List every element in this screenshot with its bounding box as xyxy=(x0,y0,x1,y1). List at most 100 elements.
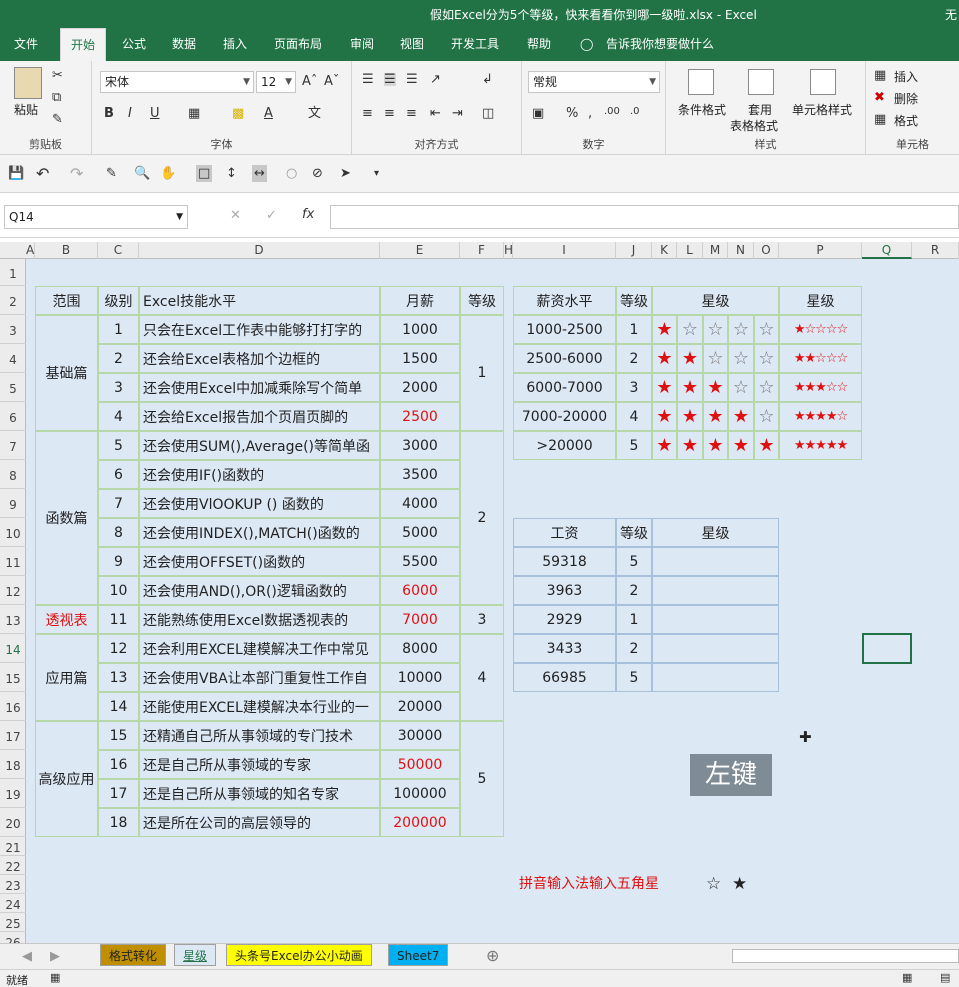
section-grade[interactable]: 1 xyxy=(460,315,504,431)
row-header[interactable]: 7 xyxy=(0,431,26,460)
circle-icon[interactable]: ○ xyxy=(286,167,297,180)
header-cell[interactable]: 工资 xyxy=(513,518,616,547)
salary-cell[interactable]: 1000 xyxy=(380,315,460,344)
salary-cell[interactable]: 5500 xyxy=(380,547,460,576)
merge-icon[interactable]: ◫ xyxy=(482,107,494,120)
column-width-icon[interactable]: ↔ xyxy=(252,165,267,182)
salary-cell[interactable]: 3000 xyxy=(380,431,460,460)
salary-cell[interactable]: 100000 xyxy=(380,779,460,808)
skill-cell[interactable]: 还会使用AND(),OR()逻辑函数的 xyxy=(139,576,380,605)
scroll-right-icon[interactable]: ▶ xyxy=(50,950,60,963)
skill-cell[interactable]: 还能熟练使用Excel数据透视表的 xyxy=(139,605,380,634)
section-grade[interactable]: 3 xyxy=(460,605,504,634)
tab-review[interactable]: 审阅 xyxy=(350,28,374,61)
cell-style-icon[interactable] xyxy=(810,69,836,95)
section-name[interactable]: 透视表 xyxy=(35,605,98,634)
header-cell[interactable]: 等级 xyxy=(616,286,652,315)
row-header[interactable]: 23 xyxy=(0,875,26,894)
font-size-select[interactable]: 12 ▼ xyxy=(256,71,296,93)
align-center-icon[interactable]: ≡ xyxy=(384,107,395,120)
comma-icon[interactable]: , xyxy=(588,107,592,120)
wage-cell[interactable]: 66985 xyxy=(513,663,616,692)
cut-icon[interactable]: ✂ xyxy=(52,69,63,82)
sheet-tab-sheet7[interactable]: Sheet7 xyxy=(388,944,449,966)
row-header[interactable]: 17 xyxy=(0,721,26,750)
align-middle-icon[interactable]: ☰ xyxy=(384,73,396,86)
grade-cell[interactable]: 2 xyxy=(616,576,652,605)
confirm-icon[interactable]: ✓ xyxy=(266,209,277,222)
level-cell[interactable]: 14 xyxy=(98,692,139,721)
tab-formulas[interactable]: 公式 xyxy=(122,28,146,61)
level-cell[interactable]: 11 xyxy=(98,605,139,634)
empty-star-icon[interactable]: ☆ xyxy=(677,315,703,344)
filled-star-icon[interactable]: ★ xyxy=(728,402,754,431)
clear-icon[interactable]: ⊘ xyxy=(312,167,323,180)
align-right-icon[interactable]: ≡ xyxy=(406,107,417,120)
tab-insert[interactable]: 插入 xyxy=(223,28,247,61)
redo-icon[interactable]: ↷ xyxy=(70,166,83,182)
column-header[interactable]: I xyxy=(513,242,616,259)
grade-cell[interactable]: 3 xyxy=(616,373,652,402)
increase-font-icon[interactable]: Aˆ xyxy=(302,75,317,88)
salary-range-cell[interactable]: 2500-6000 xyxy=(513,344,616,373)
empty-star-icon[interactable]: ☆ xyxy=(754,315,779,344)
print-preview-icon[interactable]: 🔍 xyxy=(134,167,150,180)
wage-cell[interactable]: 2929 xyxy=(513,605,616,634)
row-header[interactable]: 15 xyxy=(0,663,26,692)
skill-cell[interactable]: 还是自己所从事领域的专家 xyxy=(139,750,380,779)
decrease-decimal-icon[interactable]: .0 xyxy=(630,107,640,117)
row-header[interactable]: 18 xyxy=(0,750,26,779)
worksheet-grid[interactable]: ABCDEFHIJKLMNOPQR 1 2 3 4 5 6 7 8 9 10 11 12 13 14 15 1… xyxy=(0,242,959,943)
grade-cell[interactable]: 5 xyxy=(616,663,652,692)
delete-cells-icon[interactable]: ✖ xyxy=(874,91,885,104)
salary-cell[interactable]: 4000 xyxy=(380,489,460,518)
salary-range-cell[interactable]: 6000-7000 xyxy=(513,373,616,402)
customize-qat-icon[interactable]: ▾ xyxy=(374,169,379,179)
filled-star-icon[interactable]: ★ xyxy=(677,402,703,431)
header-cell[interactable]: 月薪 xyxy=(380,286,460,315)
bold-icon[interactable]: B xyxy=(104,107,114,120)
star-rating-text[interactable]: ★★★★☆ xyxy=(779,402,862,431)
empty-star-icon[interactable]: ☆ xyxy=(728,373,754,402)
grade-cell[interactable]: 2 xyxy=(616,344,652,373)
star-rating-text[interactable]: ★☆☆☆☆ xyxy=(779,315,862,344)
skill-cell[interactable]: 还是所在公司的高层领导的 xyxy=(139,808,380,837)
increase-indent-icon[interactable]: ⇥ xyxy=(452,107,463,120)
column-header[interactable]: M xyxy=(703,242,728,259)
insert-function-icon[interactable]: fx xyxy=(302,208,314,221)
tab-file[interactable]: 文件 xyxy=(14,28,38,61)
skill-cell[interactable]: 还能使用EXCEL建模解决本行业的一 xyxy=(139,692,380,721)
column-header[interactable]: P xyxy=(779,242,862,259)
border-icon[interactable]: ▦ xyxy=(188,107,200,120)
star-result-cell[interactable] xyxy=(652,605,779,634)
level-cell[interactable]: 13 xyxy=(98,663,139,692)
row-header[interactable]: 3 xyxy=(0,315,26,344)
column-header[interactable]: E xyxy=(380,242,460,259)
salary-range-cell[interactable]: >20000 xyxy=(513,431,616,460)
column-header[interactable]: H xyxy=(504,242,513,259)
row-header[interactable]: 19 xyxy=(0,779,26,808)
header-cell[interactable]: 薪资水平 xyxy=(513,286,616,315)
column-header[interactable]: L xyxy=(677,242,703,259)
touch-mode-icon[interactable]: ✋ xyxy=(160,167,176,180)
number-format-select[interactable]: 常规 ▼ xyxy=(528,71,660,93)
grade-cell[interactable]: 2 xyxy=(616,634,652,663)
decrease-font-icon[interactable]: Aˇ xyxy=(324,75,339,88)
row-header[interactable]: 25 xyxy=(0,913,26,932)
page-layout-view-icon[interactable]: ▤ xyxy=(940,972,950,983)
copy-icon[interactable]: ⧉ xyxy=(52,91,61,104)
salary-cell[interactable]: 7000 xyxy=(380,605,460,634)
skill-cell[interactable]: 还精通自己所从事领域的专门技术 xyxy=(139,721,380,750)
sheet-tab-toutiao[interactable]: 头条号Excel办公小动画 xyxy=(226,944,372,966)
level-cell[interactable]: 4 xyxy=(98,402,139,431)
section-name[interactable]: 应用篇 xyxy=(35,634,98,721)
level-cell[interactable]: 7 xyxy=(98,489,139,518)
empty-star-icon[interactable]: ☆ xyxy=(754,344,779,373)
level-cell[interactable]: 5 xyxy=(98,431,139,460)
header-cell[interactable]: 等级 xyxy=(616,518,652,547)
skill-cell[interactable]: 还会利用EXCEL建模解决工作中常见 xyxy=(139,634,380,663)
salary-cell[interactable]: 200000 xyxy=(380,808,460,837)
skill-cell[interactable]: 还会使用OFFSET()函数的 xyxy=(139,547,380,576)
filled-star-icon[interactable]: ★ xyxy=(703,402,728,431)
wage-cell[interactable]: 3963 xyxy=(513,576,616,605)
